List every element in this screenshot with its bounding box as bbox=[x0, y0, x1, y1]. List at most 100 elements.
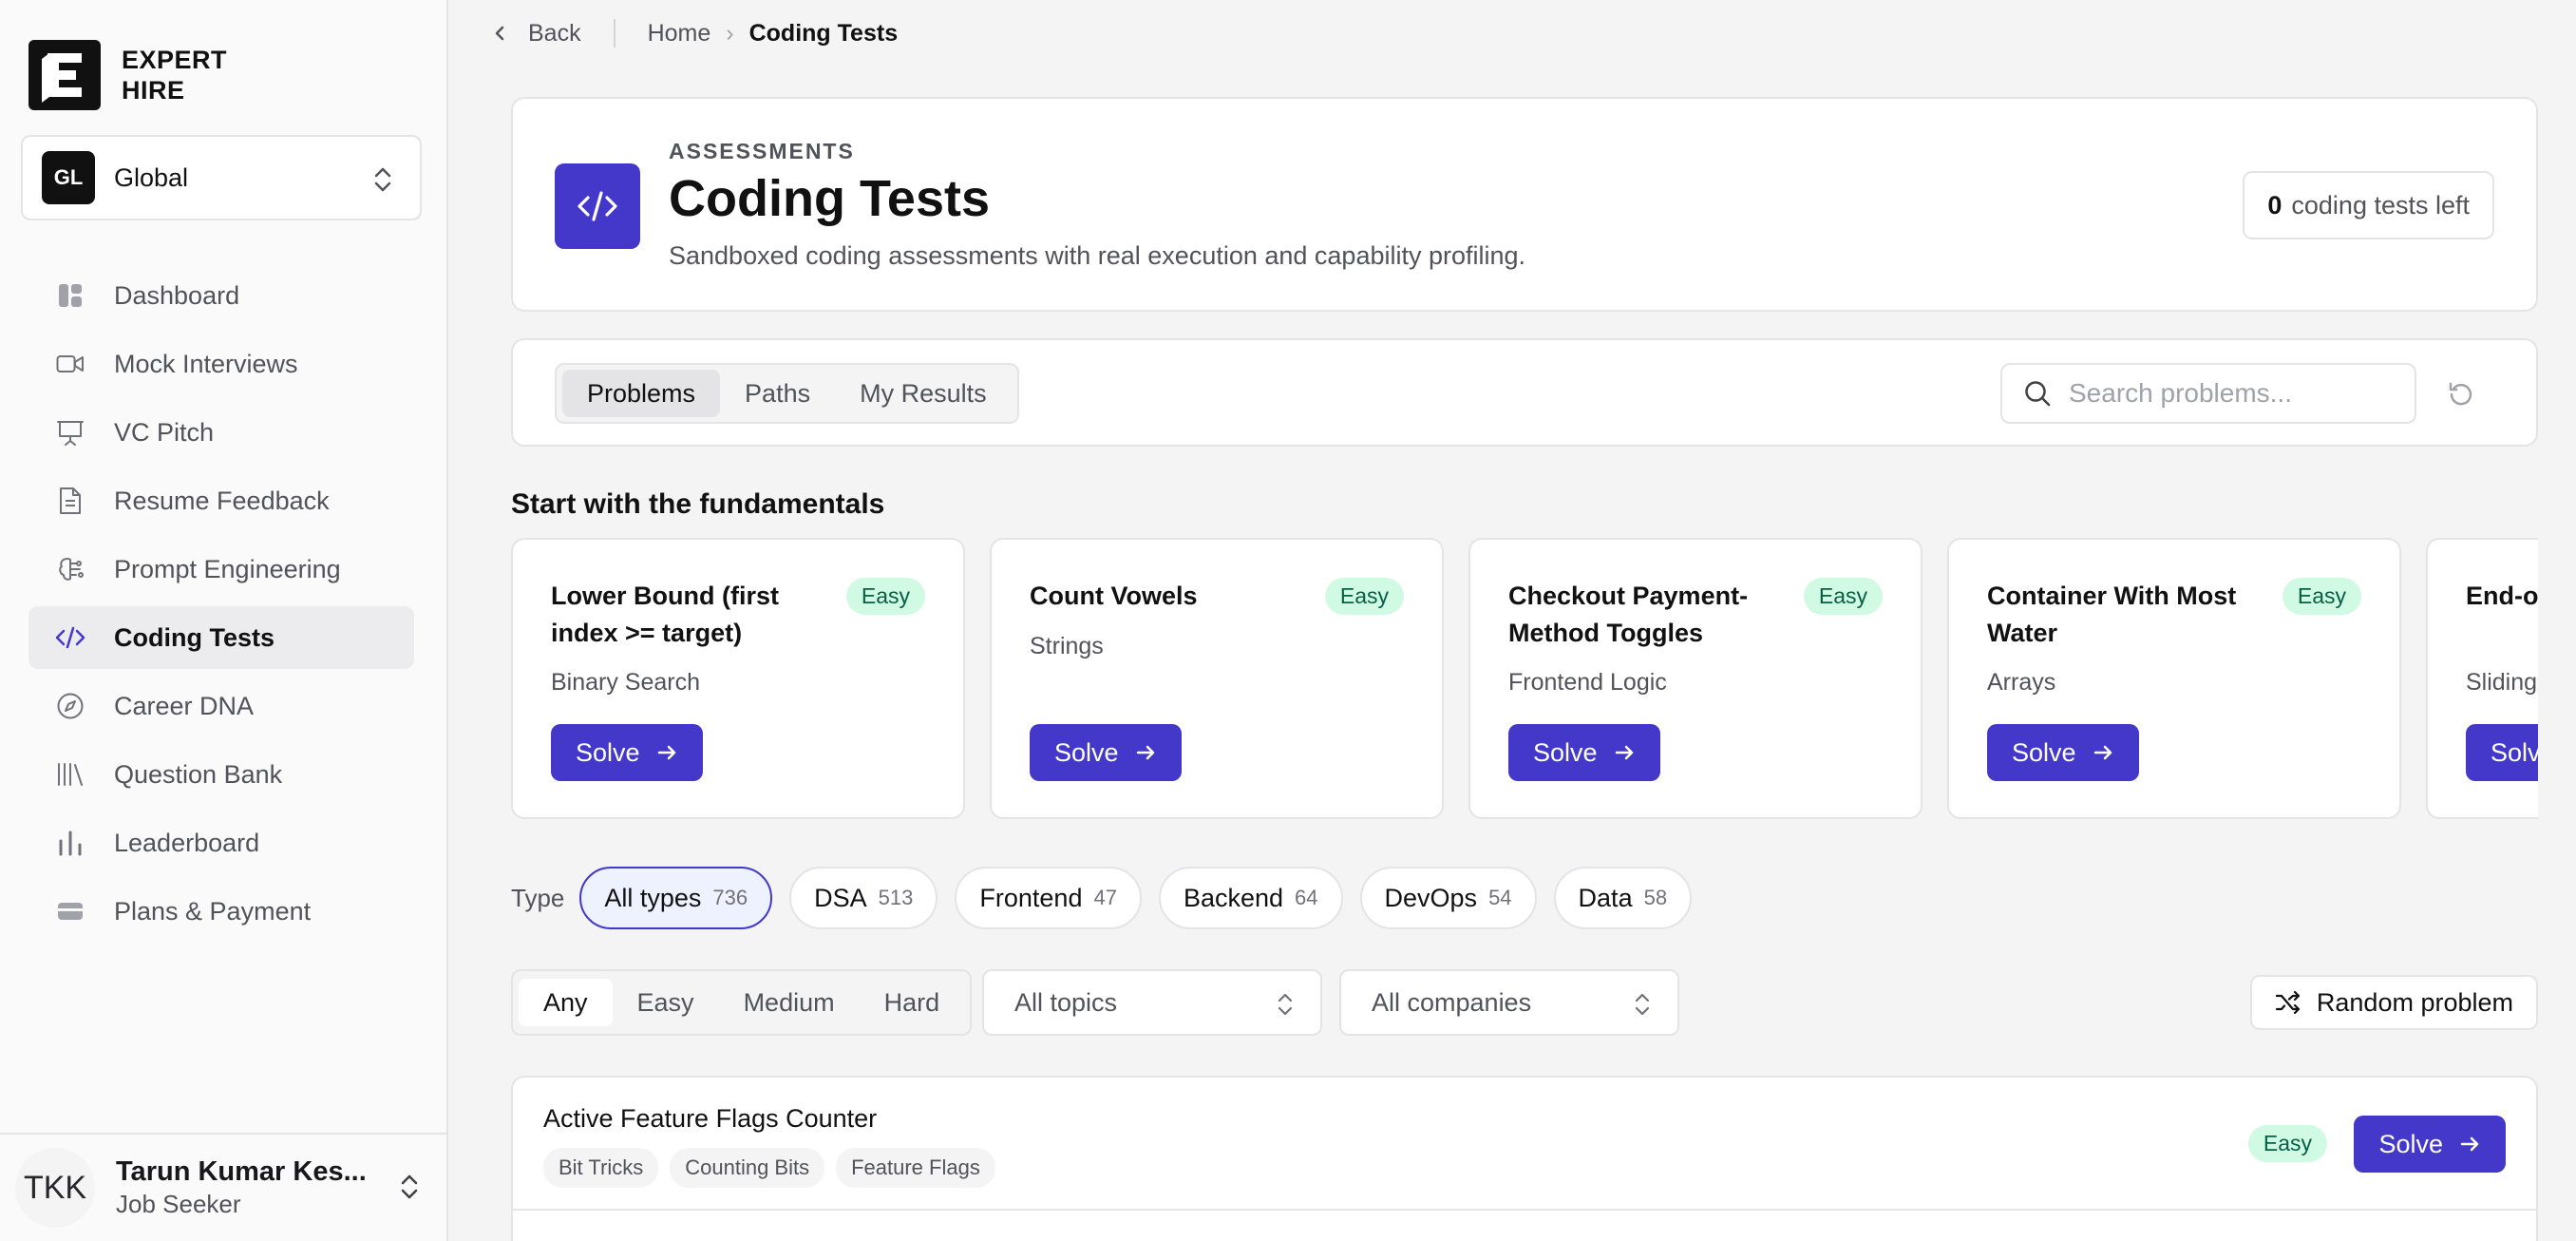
problem-card[interactable]: Lower Bound (first index >= target) Easy… bbox=[511, 538, 965, 819]
problem-card[interactable]: End-of-Window Sliding Solve bbox=[2426, 538, 2538, 819]
sidebar-item-label: Dashboard bbox=[114, 280, 240, 310]
brain-icon bbox=[55, 554, 85, 584]
credit-card-icon bbox=[55, 896, 85, 926]
chevron-up-down-icon bbox=[1635, 993, 1650, 1016]
topics-select-value: All topics bbox=[1014, 987, 1118, 1017]
solve-button[interactable]: Solve bbox=[551, 724, 703, 781]
back-button[interactable]: Back bbox=[528, 20, 581, 48]
sidebar-item-label: Mock Interviews bbox=[114, 349, 298, 378]
sidebar-item-dashboard[interactable]: Dashboard bbox=[28, 264, 414, 327]
solve-button[interactable]: Solve bbox=[2466, 724, 2538, 781]
random-problem-label: Random problem bbox=[2316, 987, 2513, 1017]
sidebar-item-plans-payment[interactable]: Plans & Payment bbox=[28, 880, 414, 943]
brand-logo[interactable]: EXPERT HIRE bbox=[28, 40, 227, 110]
chip-label: Data bbox=[1578, 883, 1633, 912]
difficulty-badge: Easy bbox=[2247, 1125, 2327, 1162]
arrow-right-icon bbox=[2460, 1136, 2479, 1152]
solve-button-label: Solve bbox=[1054, 737, 1119, 767]
problem-list: Active Feature Flags Counter Bit Tricks … bbox=[511, 1076, 2538, 1241]
page-subtitle: Sandboxed coding assessments with real e… bbox=[669, 241, 1526, 270]
dashboard-icon bbox=[55, 280, 85, 311]
sidebar-item-label: Resume Feedback bbox=[114, 486, 330, 515]
chip-label: All types bbox=[604, 883, 702, 912]
brand-name: EXPERT HIRE bbox=[122, 46, 228, 105]
topics-select[interactable]: All topics bbox=[982, 969, 1322, 1036]
tab-my-results[interactable]: My Results bbox=[835, 370, 1012, 417]
problem-card-topic: Binary Search bbox=[551, 669, 701, 696]
sidebar-item-resume-feedback[interactable]: Resume Feedback bbox=[28, 469, 414, 532]
tab-list: Problems Paths My Results bbox=[555, 363, 1019, 424]
chip-count: 54 bbox=[1488, 886, 1512, 909]
page-header: ASSESSMENTS Coding Tests Sandboxed codin… bbox=[511, 97, 2538, 312]
sidebar-item-label: Prompt Engineering bbox=[114, 554, 341, 583]
search-input[interactable] bbox=[2069, 378, 2382, 409]
type-chip-data[interactable]: Data 58 bbox=[1553, 867, 1693, 929]
difficulty-hard[interactable]: Hard bbox=[860, 979, 965, 1026]
problem-card-title: Container With Most Water bbox=[1987, 582, 2237, 647]
breadcrumb-chevron-icon: › bbox=[726, 19, 734, 47]
tab-problems[interactable]: Problems bbox=[562, 370, 721, 417]
solve-button[interactable]: Solve bbox=[2354, 1116, 2506, 1173]
page-eyebrow: ASSESSMENTS bbox=[669, 139, 855, 163]
user-role: Job Seeker bbox=[116, 1190, 241, 1218]
type-chip-all[interactable]: All types 736 bbox=[579, 867, 773, 929]
problem-title[interactable]: Active Feature Flags Counter bbox=[543, 1104, 877, 1134]
problem-card-topic: Frontend Logic bbox=[1508, 669, 1667, 696]
credits-label: coding tests left bbox=[2291, 190, 2470, 220]
difficulty-any[interactable]: Any bbox=[519, 979, 613, 1026]
fundamentals-carousel[interactable]: Lower Bound (first index >= target) Easy… bbox=[511, 538, 2538, 821]
chevron-up-down-icon bbox=[374, 167, 391, 192]
solve-button[interactable]: Solve bbox=[1508, 724, 1660, 781]
presentation-icon bbox=[55, 417, 85, 448]
solve-button[interactable]: Solve bbox=[1030, 724, 1182, 781]
sidebar-item-question-bank[interactable]: Question Bank bbox=[28, 743, 414, 806]
chip-label: DSA bbox=[814, 883, 867, 912]
difficulty-easy[interactable]: Easy bbox=[613, 979, 719, 1026]
type-chip-dsa[interactable]: DSA 513 bbox=[789, 867, 938, 929]
document-icon bbox=[55, 486, 85, 516]
toolbar: Problems Paths My Results bbox=[511, 338, 2538, 447]
search-icon bbox=[2025, 381, 2051, 407]
chevron-up-down-icon bbox=[401, 1174, 418, 1199]
sidebar-item-prompt-engineering[interactable]: Prompt Engineering bbox=[28, 538, 414, 601]
difficulty-badge: Easy bbox=[845, 578, 925, 615]
problem-card[interactable]: Container With Most Water Easy Arrays So… bbox=[1947, 538, 2401, 819]
type-chip-devops[interactable]: DevOps 54 bbox=[1359, 867, 1537, 929]
compass-icon bbox=[55, 691, 85, 721]
solve-button-label: Solve bbox=[2378, 1129, 2443, 1158]
breadcrumb-home[interactable]: Home bbox=[648, 20, 711, 48]
problem-card[interactable]: Checkout Payment-Method Toggles Easy Fro… bbox=[1468, 538, 1923, 819]
sidebar-item-label: Career DNA bbox=[114, 691, 255, 720]
arrow-right-icon bbox=[2093, 745, 2112, 760]
refresh-icon[interactable] bbox=[2447, 380, 2475, 409]
sidebar-item-vc-pitch[interactable]: VC Pitch bbox=[28, 401, 414, 464]
divider bbox=[613, 19, 616, 48]
difficulty-badge: Easy bbox=[2282, 578, 2361, 615]
sidebar-item-career-dna[interactable]: Career DNA bbox=[28, 675, 414, 737]
sidebar-item-coding-tests[interactable]: Coding Tests bbox=[28, 606, 414, 669]
chip-count: 513 bbox=[878, 886, 914, 909]
difficulty-filter: Any Easy Medium Hard bbox=[511, 969, 973, 1036]
problem-card-title: Lower Bound (first index >= target) bbox=[551, 582, 779, 647]
search-box[interactable] bbox=[2000, 363, 2416, 424]
difficulty-medium[interactable]: Medium bbox=[719, 979, 860, 1026]
solve-button-label: Solve bbox=[2012, 737, 2076, 767]
random-problem-button[interactable]: Random problem bbox=[2249, 975, 2538, 1030]
user-menu[interactable]: TKK Tarun Kumar Kes... Job Seeker bbox=[0, 1133, 446, 1241]
companies-select[interactable]: All companies bbox=[1339, 969, 1679, 1036]
solve-button[interactable]: Solve bbox=[1987, 724, 2139, 781]
solve-button-label: Solve bbox=[1533, 737, 1598, 767]
org-switcher[interactable]: GL Global bbox=[21, 135, 422, 220]
arrow-right-icon bbox=[1615, 745, 1633, 760]
sidebar-item-mock-interviews[interactable]: Mock Interviews bbox=[28, 333, 414, 395]
chip-count: 64 bbox=[1295, 886, 1318, 909]
type-chip-backend[interactable]: Backend 64 bbox=[1158, 867, 1343, 929]
problem-card[interactable]: Count Vowels Easy Strings Solve bbox=[990, 538, 1444, 819]
chip-label: DevOps bbox=[1384, 883, 1478, 912]
chip-label: Frontend bbox=[979, 883, 1083, 912]
table-row[interactable]: Active Feature Flags Counter Bit Tricks … bbox=[513, 1078, 2536, 1211]
type-chip-frontend[interactable]: Frontend 47 bbox=[955, 867, 1142, 929]
sidebar-item-leaderboard[interactable]: Leaderboard bbox=[28, 811, 414, 874]
tab-paths[interactable]: Paths bbox=[720, 370, 835, 417]
bar-chart-icon bbox=[55, 828, 85, 858]
